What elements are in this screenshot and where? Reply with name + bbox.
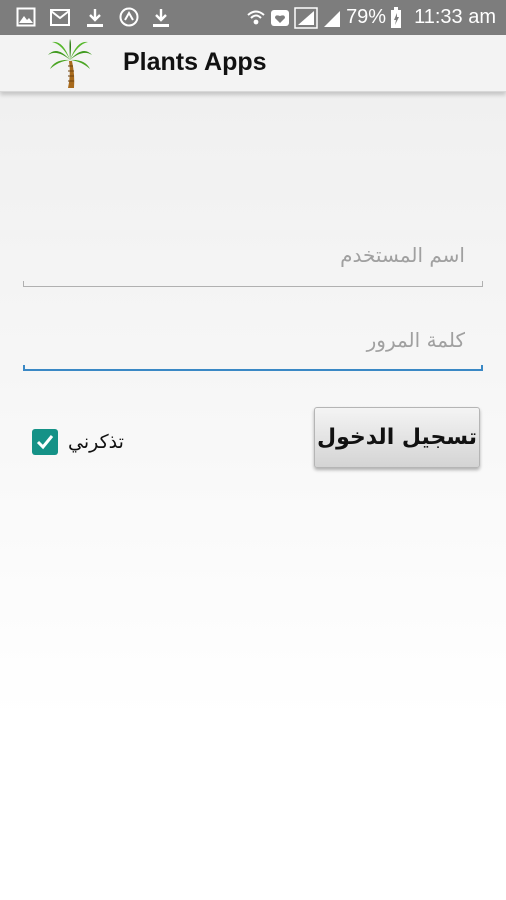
battery-percent: 79% bbox=[346, 6, 387, 28]
clock: 11:33 am bbox=[414, 6, 496, 28]
password-underline bbox=[23, 365, 483, 371]
download-icon bbox=[153, 9, 169, 27]
action-bar: Plants Apps bbox=[0, 35, 506, 92]
battery-charging-icon bbox=[391, 6, 402, 28]
signal-icon bbox=[294, 6, 318, 29]
download-icon bbox=[87, 9, 103, 27]
sync-icon bbox=[119, 7, 139, 27]
gallery-icon bbox=[16, 7, 36, 27]
remember-label: تذكرني bbox=[68, 431, 124, 453]
palm-tree-icon bbox=[48, 39, 92, 88]
username-field[interactable] bbox=[23, 233, 483, 283]
login-button[interactable]: تسجيل الدخول bbox=[314, 407, 480, 468]
mail-icon bbox=[50, 9, 70, 26]
wifi-icon bbox=[247, 10, 265, 24]
username-underline bbox=[23, 281, 483, 287]
remember-checkbox[interactable] bbox=[32, 429, 58, 455]
heart-shield-icon bbox=[271, 9, 290, 26]
status-bar: 79% 11:33 am bbox=[0, 0, 506, 35]
password-field[interactable] bbox=[23, 318, 483, 368]
remember-me[interactable]: تذكرني bbox=[32, 428, 124, 456]
checkmark-icon bbox=[36, 435, 54, 450]
app-title: Plants Apps bbox=[123, 48, 267, 76]
signal-icon bbox=[324, 10, 341, 27]
